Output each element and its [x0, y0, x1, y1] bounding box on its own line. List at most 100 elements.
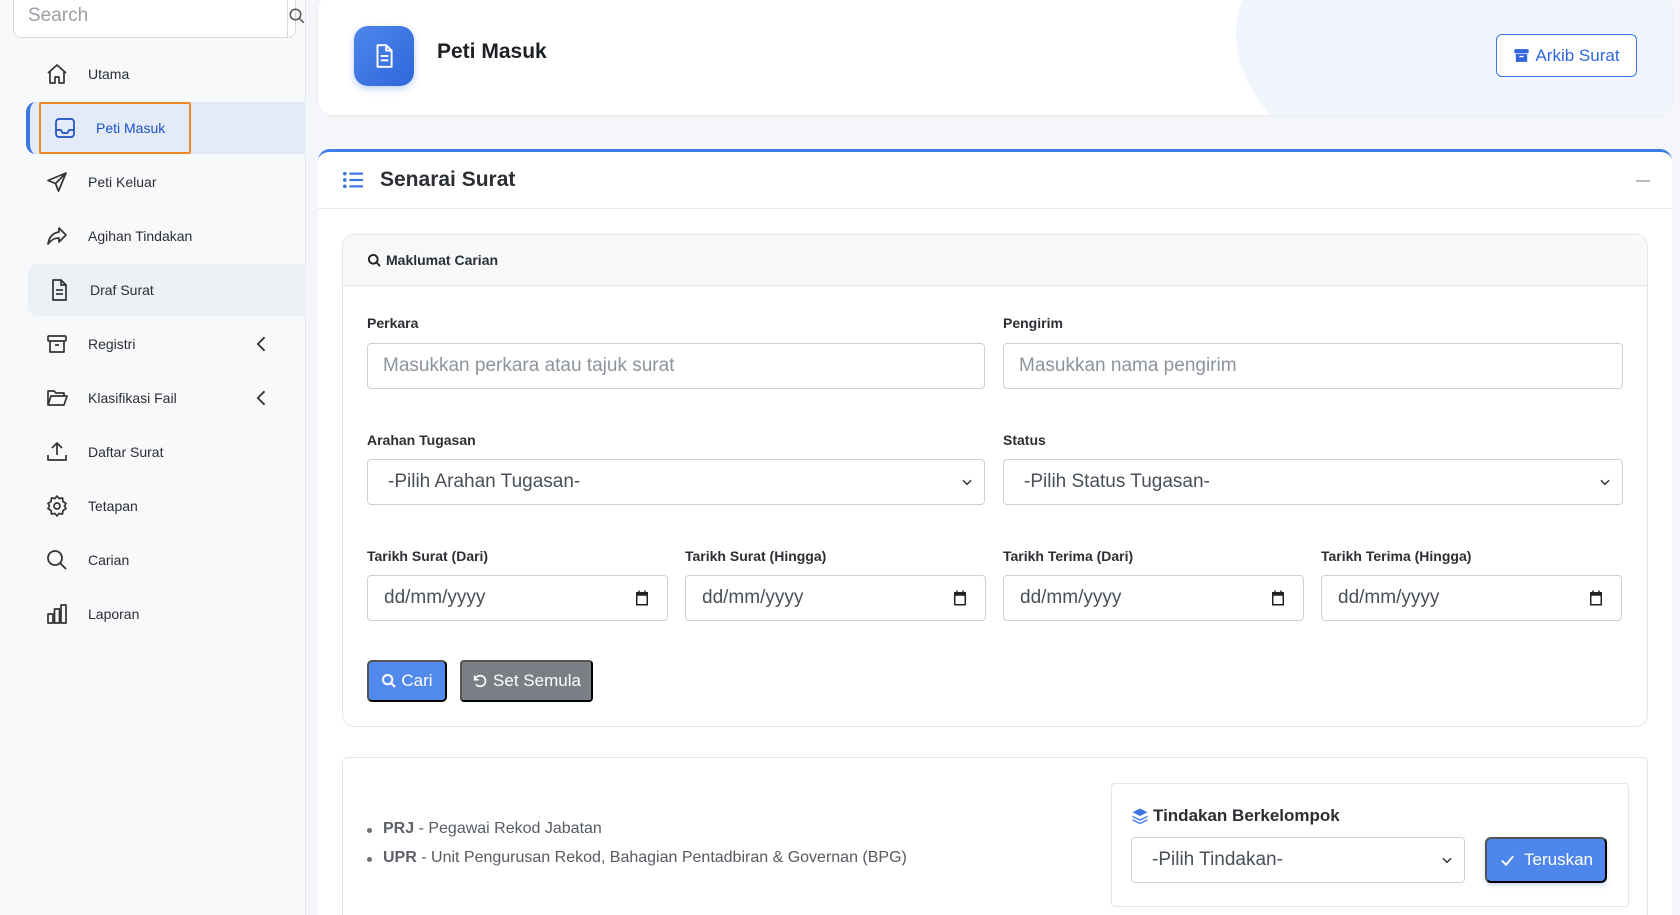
reset-button[interactable]: Set Semula	[460, 660, 593, 702]
card-header: Senarai Surat	[318, 152, 1672, 209]
document-icon	[46, 277, 72, 303]
sidebar-search	[13, 0, 305, 38]
sidebar-item-label: Peti Masuk	[96, 120, 166, 136]
list-icon	[343, 171, 363, 189]
group-action-title-label: Tindakan Berkelompok	[1153, 806, 1340, 825]
legend-item: UPR - Unit Pengurusan Rekod, Bahagian Pe…	[367, 849, 907, 867]
sidebar-item-carian[interactable]: Carian	[0, 534, 306, 586]
upload-icon	[44, 439, 70, 465]
collapse-button[interactable]	[1636, 180, 1650, 182]
search-icon	[44, 547, 70, 573]
sidebar-search-input[interactable]	[14, 0, 287, 37]
card-title: Senarai Surat	[380, 168, 516, 191]
list-panel: PRJ - Pegawai Rekod Jabatan UPR - Unit P…	[342, 757, 1648, 915]
group-action-title: Tindakan Berkelompok	[1131, 806, 1340, 826]
arahan-select[interactable]: -Pilih Arahan Tugasan-	[367, 459, 985, 505]
date-value: dd/mm/yyyy	[1020, 587, 1122, 608]
sidebar-item-utama[interactable]: Utama	[0, 48, 306, 100]
page-title: Peti Masuk	[437, 40, 547, 63]
sidebar-item-label: Utama	[88, 66, 130, 82]
check-icon	[1501, 855, 1514, 866]
date-value: dd/mm/yyyy	[702, 587, 804, 608]
home-icon	[44, 61, 70, 87]
calendar-icon[interactable]	[1269, 589, 1287, 607]
status-select[interactable]: -Pilih Status Tugasan-	[1003, 459, 1623, 505]
tarikh-terima-hingga-input[interactable]: dd/mm/yyyy	[1321, 575, 1622, 621]
undo-icon	[473, 674, 487, 688]
archive-button[interactable]: Arkib Surat	[1496, 34, 1637, 77]
arahan-select-value: -Pilih Arahan Tugasan-	[388, 471, 581, 492]
tarikh-surat-dari-input[interactable]: dd/mm/yyyy	[367, 575, 668, 621]
sidebar-item-klasifikasi-fail[interactable]: Klasifikasi Fail	[0, 372, 306, 424]
legend-desc: - Unit Pengurusan Rekod, Bahagian Pentad…	[421, 849, 907, 866]
sidebar-item-label: Carian	[88, 552, 130, 568]
search-button-label: Cari	[401, 671, 433, 690]
sidebar-item-peti-masuk[interactable]: Peti Masuk	[26, 102, 306, 154]
sidebar-search-button[interactable]	[287, 0, 306, 37]
calendar-icon[interactable]	[951, 589, 969, 607]
inbox-icon	[52, 115, 78, 141]
sidebar-nav: Utama Peti Masuk Peti Keluar Agihan Tind…	[0, 46, 306, 642]
calendar-icon[interactable]	[1587, 589, 1605, 607]
chevron-left-icon[interactable]	[252, 334, 272, 354]
sidebar-item-label: Registri	[88, 336, 136, 352]
perkara-input[interactable]	[367, 343, 985, 389]
gear-icon	[44, 493, 70, 519]
arahan-label: Arahan Tugasan	[367, 432, 476, 448]
proceed-button-label: Teruskan	[1524, 850, 1593, 869]
legend-code: PRJ	[383, 820, 415, 837]
page-header: Peti Masuk Arkib Surat	[318, 0, 1672, 115]
chevron-down-icon	[1442, 857, 1452, 864]
send-icon	[44, 169, 70, 195]
search-button[interactable]: Cari	[367, 660, 447, 702]
calendar-icon[interactable]	[633, 589, 651, 607]
date-label: Tarikh Surat (Hingga)	[685, 548, 827, 564]
tarikh-surat-hingga-input[interactable]: dd/mm/yyyy	[685, 575, 986, 621]
sidebar-item-draf-surat[interactable]: Draf Surat	[28, 264, 306, 316]
sidebar-item-tetapan[interactable]: Tetapan	[0, 480, 306, 532]
sidebar-item-laporan[interactable]: Laporan	[0, 588, 306, 640]
sidebar-item-label: Klasifikasi Fail	[88, 390, 177, 406]
group-action-select-value: -Pilih Tindakan-	[1152, 849, 1283, 870]
proceed-button[interactable]: Teruskan	[1485, 837, 1607, 883]
legend-code: UPR	[383, 849, 417, 866]
sidebar-item-registri[interactable]: Registri	[0, 318, 306, 370]
sidebar-item-label: Daftar Surat	[88, 444, 164, 460]
share-icon	[44, 223, 70, 249]
folder-open-icon	[44, 385, 70, 411]
sidebar-item-label: Tetapan	[88, 498, 138, 514]
reset-button-label: Set Semula	[493, 671, 581, 690]
chevron-down-icon	[962, 479, 972, 486]
date-label: Tarikh Terima (Hingga)	[1321, 548, 1472, 564]
pengirim-label: Pengirim	[1003, 315, 1063, 331]
sidebar-item-label: Draf Surat	[90, 282, 154, 298]
sidebar-item-label: Agihan Tindakan	[88, 228, 193, 244]
chevron-down-icon	[1600, 479, 1610, 486]
date-value: dd/mm/yyyy	[1338, 587, 1440, 608]
group-action-select[interactable]: -Pilih Tindakan-	[1131, 837, 1465, 883]
search-icon	[289, 8, 305, 24]
archive-icon	[1514, 49, 1530, 62]
search-icon	[367, 253, 381, 267]
sidebar-item-agihan-tindakan[interactable]: Agihan Tindakan	[0, 210, 306, 262]
group-action-box: Tindakan Berkelompok -Pilih Tindakan- Te…	[1111, 783, 1629, 907]
legend-item: PRJ - Pegawai Rekod Jabatan	[367, 820, 907, 838]
pengirim-input[interactable]	[1003, 343, 1623, 389]
search-panel-header: Maklumat Carian	[343, 235, 1647, 286]
search-icon	[382, 674, 397, 688]
date-label: Tarikh Terima (Dari)	[1003, 548, 1134, 564]
tarikh-terima-dari-input[interactable]: dd/mm/yyyy	[1003, 575, 1304, 621]
sidebar-item-label: Laporan	[88, 606, 140, 622]
perkara-label: Perkara	[367, 315, 419, 331]
legend: PRJ - Pegawai Rekod Jabatan UPR - Unit P…	[367, 820, 907, 878]
status-label: Status	[1003, 432, 1046, 448]
sidebar-item-daftar-surat[interactable]: Daftar Surat	[0, 426, 306, 478]
date-value: dd/mm/yyyy	[384, 587, 486, 608]
sidebar: Utama Peti Masuk Peti Keluar Agihan Tind…	[0, 0, 306, 915]
chevron-left-icon[interactable]	[252, 388, 272, 408]
search-panel: Maklumat Carian Perkara Pengirim Arahan …	[342, 234, 1648, 727]
letter-list-card: Senarai Surat Maklumat Carian Perkara Pe…	[318, 149, 1672, 915]
date-label: Tarikh Surat (Dari)	[367, 548, 489, 564]
archive-button-label: Arkib Surat	[1535, 45, 1620, 65]
sidebar-item-peti-keluar[interactable]: Peti Keluar	[0, 156, 306, 208]
